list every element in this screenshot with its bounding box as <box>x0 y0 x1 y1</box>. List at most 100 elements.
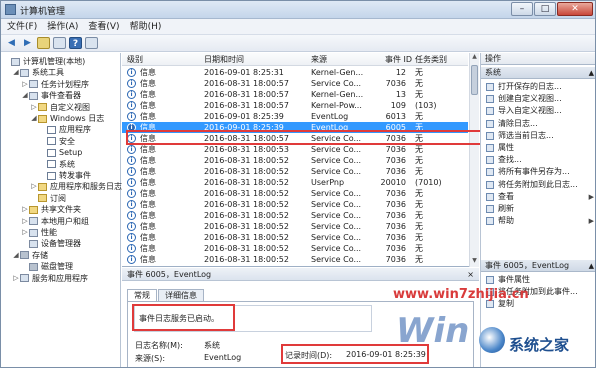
help-icon[interactable]: ? <box>69 37 82 49</box>
tree-item[interactable]: ▷ 自定义视图 <box>30 102 90 113</box>
action-item[interactable]: 查看 ▶ <box>481 191 595 203</box>
tree-item[interactable]: ◢ 事件查看器 <box>21 90 81 101</box>
tree-item[interactable]: 安全 <box>39 136 75 147</box>
show-hide-tree-icon[interactable] <box>53 37 66 49</box>
menu-view[interactable]: 查看(V) <box>88 19 119 34</box>
table-row[interactable]: i 信息 2016-08-31 18:00:52 Service Co... 7036 无 <box>122 188 468 199</box>
action-item[interactable]: 创建自定义视图... <box>481 93 595 105</box>
expander-icon[interactable]: ▷ <box>21 227 29 238</box>
tree-item[interactable]: ◢ 存储 <box>12 250 48 261</box>
up-folder-icon[interactable] <box>37 37 50 49</box>
action-item[interactable]: 筛选当前日志... <box>481 130 595 142</box>
expander-icon[interactable]: ▷ <box>21 204 29 215</box>
action-item[interactable]: 导入自定义视图... <box>481 105 595 117</box>
table-cell: Service Co... <box>311 189 362 198</box>
tree-item[interactable]: 磁盘管理 <box>21 261 73 272</box>
event-list-header: 级别 日期和时间 来源 事件 ID 任务类别 <box>122 53 468 66</box>
action-item[interactable]: 刷新 <box>481 203 595 215</box>
tree-item-label: 性能 <box>41 228 57 237</box>
expander-icon[interactable]: ◢ <box>12 250 20 261</box>
maximize-button[interactable]: □ <box>534 2 556 16</box>
table-cell: 2016-08-31 18:00:52 <box>204 222 289 231</box>
expander-icon[interactable]: ▷ <box>30 181 38 192</box>
expander-icon[interactable]: ▷ <box>21 216 29 227</box>
close-button[interactable]: ✕ <box>557 2 593 16</box>
table-row[interactable]: i 信息 2016-08-31 18:00:57 Kernel-Gen... 13 无 <box>122 89 468 100</box>
table-row[interactable]: i 信息 2016-08-31 18:00:57 Kernel-Pow... 109 (1… <box>122 100 468 111</box>
action-item[interactable]: 将所有事件另存为... <box>481 166 595 178</box>
close-icon[interactable]: × <box>467 268 474 281</box>
tab-details[interactable]: 详细信息 <box>158 289 204 301</box>
actions-section-system[interactable]: 系统 ▲ <box>481 67 595 79</box>
column-date-time[interactable]: 日期和时间 <box>204 54 244 65</box>
scroll-thumb[interactable] <box>471 65 478 95</box>
scroll-down-icon[interactable]: ▼ <box>470 257 479 267</box>
expander-icon[interactable]: ▷ <box>12 273 20 284</box>
expander-icon[interactable]: ▷ <box>21 79 29 90</box>
actions-section-event[interactable]: 事件 6005，EventLog ▲ <box>481 260 595 272</box>
action-item[interactable]: 打开保存的日志... <box>481 81 595 93</box>
table-row[interactable]: i 信息 2016-09-01 8:25:39 EventLog 6013 无 <box>122 111 468 122</box>
scroll-up-icon[interactable]: ▲ <box>470 53 479 63</box>
tree-item[interactable]: 系统 <box>39 159 75 170</box>
tree-item-label: 服务和应用程序 <box>32 273 88 283</box>
tree-item[interactable]: ▷ 共享文件夹 <box>21 204 81 215</box>
table-cell: 信息 <box>140 112 156 121</box>
action-item[interactable]: 查找... <box>481 154 595 166</box>
tree-item[interactable]: 设备管理器 <box>21 238 81 249</box>
action-item[interactable]: 将任务附加到此日志... <box>481 179 595 191</box>
column-task-category[interactable]: 任务类别 <box>415 54 447 65</box>
tree-item[interactable]: ▷ 应用程序和服务日志 <box>30 181 122 192</box>
expander-icon[interactable]: ◢ <box>12 67 20 78</box>
tree-item[interactable]: 应用程序 <box>39 124 91 135</box>
table-row[interactable]: i 信息 2016-08-31 18:00:52 Service Co... 7036 无 <box>122 166 468 177</box>
minimize-button[interactable]: – <box>511 2 533 16</box>
tree-item[interactable]: ▷ 性能 <box>21 227 57 238</box>
tree-item[interactable]: 转发事件 <box>39 170 91 181</box>
table-row[interactable]: i 信息 2016-08-31 18:00:57 Service Co... 7036 无 <box>122 78 468 89</box>
back-arrow-icon[interactable]: ◀ <box>5 37 18 49</box>
event-detail-title: 事件 6005，EventLog × <box>122 268 479 281</box>
collapse-icon[interactable]: ▲ <box>589 67 594 79</box>
action-item[interactable]: 清除日志... <box>481 118 595 130</box>
menu-help[interactable]: 帮助(H) <box>130 19 162 34</box>
tree-item[interactable]: ▷ 服务和应用程序 <box>12 273 88 284</box>
tree-item[interactable]: ▷ 任务计划程序 <box>21 79 89 90</box>
column-event-id[interactable]: 事件 ID <box>385 54 412 65</box>
navigation-tree: 计算机管理(本地) ◢ 系统工具 ▷ 任务计划程序 ◢ 事件查看器 ▷ 自定义视图 ◢ Window… <box>1 53 122 367</box>
action-item[interactable]: 事件属性 <box>481 274 595 286</box>
show-hide-action-pane-icon[interactable] <box>85 37 98 49</box>
table-row[interactable]: i 信息 2016-08-31 18:00:52 Service Co... 7036 无 <box>122 155 468 166</box>
action-item-label: 将任务附加到此日志... <box>498 179 578 189</box>
tree-item[interactable]: 订阅 <box>30 193 66 204</box>
menu-file[interactable]: 文件(F) <box>7 19 37 34</box>
expander-icon[interactable]: ◢ <box>21 90 29 101</box>
collapse-icon[interactable]: ▲ <box>589 260 594 272</box>
column-source[interactable]: 来源 <box>311 54 327 65</box>
table-row[interactable]: i 信息 2016-08-31 18:00:52 Service Co... 7036 无 <box>122 210 468 221</box>
action-item-label: 创建自定义视图... <box>498 94 562 104</box>
table-row[interactable]: i 信息 2016-08-31 18:00:52 Service Co... 7036 无 <box>122 232 468 243</box>
folder-icon <box>38 114 47 123</box>
table-row[interactable]: i 信息 2016-08-31 18:00:52 UserPnp 20010 (7010) <box>122 177 468 188</box>
action-item[interactable]: 帮助 ▶ <box>481 215 595 227</box>
menu-action[interactable]: 操作(A) <box>47 19 78 34</box>
tree-item[interactable]: ▷ 本地用户和组 <box>21 216 89 227</box>
table-row[interactable]: i 信息 2016-08-31 18:00:52 Service Co... 7036 无 <box>122 221 468 232</box>
table-row[interactable]: i 信息 2016-09-01 8:25:31 Kernel-Gen... 12 无 <box>122 67 468 78</box>
expander-icon[interactable]: ◢ <box>30 113 38 124</box>
forward-arrow-icon[interactable]: ▶ <box>21 37 34 49</box>
table-row[interactable]: i 信息 2016-08-31 18:00:52 Service Co... 7036 无 <box>122 243 468 254</box>
table-row[interactable]: i 信息 2016-08-31 18:00:52 Service Co... 7036 无 <box>122 199 468 210</box>
tree-item[interactable]: Setup <box>39 147 82 158</box>
clear-log-icon <box>486 119 494 128</box>
table-row[interactable]: i 信息 2016-08-31 18:00:52 Service Co... 7036 无 <box>122 254 468 265</box>
column-level[interactable]: 级别 <box>127 54 143 65</box>
event-list-scrollbar[interactable]: ▲ ▼ <box>469 53 479 267</box>
tree-item[interactable]: ◢ Windows 日志 <box>30 113 104 124</box>
action-item[interactable]: 属性 <box>481 142 595 154</box>
tree-item[interactable]: 计算机管理(本地) <box>3 56 85 67</box>
table-row[interactable]: i 信息 2016-08-31 18:00:53 Service Co... 7036 无 <box>122 144 468 155</box>
expander-icon[interactable]: ▷ <box>30 102 38 113</box>
tree-item[interactable]: ◢ 系统工具 <box>12 67 64 78</box>
